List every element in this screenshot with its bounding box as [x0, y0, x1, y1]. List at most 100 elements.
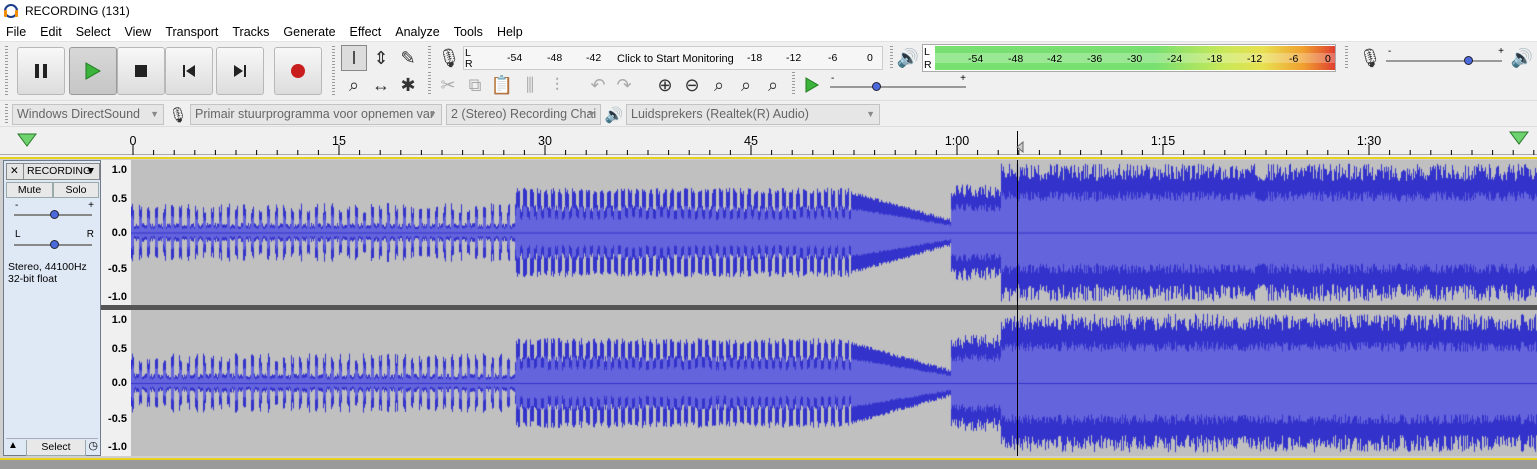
waveform-canvas — [131, 310, 1537, 456]
trim-audio-icon: ⫼ — [525, 74, 535, 95]
pan-slider[interactable]: L R — [12, 229, 94, 249]
menu-view[interactable]: View — [117, 22, 158, 42]
select-track-button[interactable]: Select — [26, 440, 86, 456]
mute-button[interactable]: Mute — [6, 182, 53, 198]
meter-tick: -42 — [1047, 53, 1063, 65]
toolbar-grip[interactable] — [890, 46, 893, 68]
menu-file[interactable]: File — [0, 22, 33, 42]
playback-device-select[interactable]: Luidsprekers (Realtek(R) Audio) ▼ — [626, 104, 880, 125]
skip-to-start-button[interactable] — [165, 47, 213, 95]
track-name-menu[interactable]: ✕ RECORDING ▼ — [6, 163, 100, 180]
envelope-tool-button[interactable]: ⇕ — [368, 45, 394, 71]
time-shift-tool-button[interactable]: ↔ — [368, 72, 394, 98]
meter-tick: -36 — [1087, 53, 1103, 65]
menu-bar: File Edit Select View Transport Tracks G… — [0, 22, 1537, 42]
zoom-out-button[interactable]: ⊖ — [679, 72, 705, 98]
redo-icon: ↷ — [616, 74, 632, 95]
solo-button[interactable]: Solo — [53, 182, 99, 198]
redo-button[interactable]: ↷ — [611, 72, 637, 98]
playback-device-value: Luidsprekers (Realtek(R) Audio) — [631, 107, 809, 121]
recording-channels-select[interactable]: 2 (Stereo) Recording Chai ▼ — [446, 104, 601, 125]
start-monitoring-label[interactable]: Click to Start Monitoring — [617, 53, 734, 65]
menu-analyze[interactable]: Analyze — [388, 22, 446, 42]
toolbar-grip[interactable] — [332, 46, 335, 96]
playback-speed-slider[interactable]: - + — [828, 73, 970, 95]
slider-thumb[interactable] — [1464, 56, 1473, 65]
toolbar-grip[interactable] — [5, 46, 8, 96]
scale-label: 0.5 — [111, 193, 127, 205]
skip-start-icon — [183, 65, 195, 77]
toolbar-grip[interactable] — [428, 72, 431, 94]
zoom-tool-button[interactable]: ⌕ — [341, 72, 367, 98]
multi-tool-button[interactable]: ✱ — [395, 72, 421, 98]
fit-project-button[interactable]: ⌕ — [733, 72, 759, 98]
toolbar-grip[interactable] — [792, 72, 795, 94]
fit-selection-button[interactable]: ⌕ — [706, 72, 732, 98]
bottom-panel — [0, 460, 1537, 469]
record-volume-slider[interactable]: - + — [1386, 46, 1506, 68]
timeline-ruler[interactable]: 0 15 30 45 1:00 1:15 1:30 — [0, 127, 1537, 155]
paste-button[interactable]: 📋 — [489, 72, 515, 98]
meter-channel-r: R — [465, 58, 473, 70]
collapse-icon[interactable]: ▲ — [8, 440, 18, 451]
waveform-channel-right[interactable] — [131, 310, 1537, 456]
track-info: Stereo, 44100Hz 32-bit float — [8, 261, 87, 285]
trim-button[interactable]: ⫼ — [517, 72, 543, 98]
pan-left-label: L — [15, 229, 21, 240]
meter-tick: 0 — [1325, 53, 1331, 65]
menu-transport[interactable]: Transport — [158, 22, 225, 42]
gain-slider[interactable]: - + — [12, 200, 94, 221]
play-at-speed-button[interactable] — [799, 72, 825, 98]
skip-end-icon — [234, 65, 246, 77]
slider-thumb[interactable] — [872, 82, 881, 91]
audacity-logo-icon — [3, 3, 19, 19]
chevron-down-icon: ▼ — [150, 109, 159, 119]
toolbar-grip[interactable] — [428, 46, 431, 68]
record-meter-button[interactable]: 🎙 — [436, 45, 462, 71]
toolbar-area: I ⇕ ✎ ⌕ ↔ ✱ 🎙 L R -54 -48 -42 Click to S… — [0, 42, 1537, 99]
menu-edit[interactable]: Edit — [33, 22, 69, 42]
menu-select[interactable]: Select — [69, 22, 118, 42]
audio-host-select[interactable]: Windows DirectSound ▼ — [12, 104, 164, 125]
envelope-icon: ⇕ — [373, 47, 389, 68]
play-meter-button[interactable]: 🔊 — [895, 45, 921, 71]
record-meter[interactable]: L R -54 -48 -42 Click to Start Monitorin… — [463, 46, 883, 70]
menu-effect[interactable]: Effect — [343, 22, 389, 42]
record-button[interactable] — [274, 47, 322, 95]
menu-generate[interactable]: Generate — [276, 22, 342, 42]
amplitude-ruler-right: 1.0 0.5 0.0 -0.5 -1.0 — [101, 310, 131, 456]
track-name: RECORDING — [23, 164, 91, 179]
selection-tool-button[interactable]: I — [341, 45, 367, 71]
track-control-panel[interactable]: ✕ RECORDING ▼ Mute Solo - + L R Stereo, … — [3, 160, 101, 456]
menu-help[interactable]: Help — [490, 22, 530, 42]
pin-tail-icon[interactable] — [1509, 130, 1529, 146]
playback-meter[interactable]: L R -54 -48 -42 -36 -30 -24 -18 -12 -6 0 — [922, 44, 1336, 72]
waveform-channel-left[interactable] — [131, 160, 1537, 305]
play-button[interactable] — [69, 47, 117, 95]
menu-tools[interactable]: Tools — [447, 22, 490, 42]
skip-to-end-button[interactable] — [216, 47, 264, 95]
copy-button[interactable]: ⧉ — [462, 72, 488, 98]
track-sample-format: 32-bit float — [8, 273, 58, 285]
undo-button[interactable]: ↶ — [585, 72, 611, 98]
cut-button[interactable]: ✂ — [435, 72, 461, 98]
meter-channel-r: R — [924, 59, 932, 71]
position-arrow-icon — [1016, 141, 1024, 153]
recording-device-select[interactable]: Primair stuurprogramma voor opnemen var ▼ — [190, 104, 442, 125]
zoom-in-button[interactable]: ⊕ — [652, 72, 678, 98]
playback-cursor — [1017, 160, 1018, 456]
menu-tracks[interactable]: Tracks — [225, 22, 276, 42]
stop-button[interactable] — [117, 47, 165, 95]
undo-icon: ↶ — [590, 74, 606, 95]
close-icon[interactable]: ✕ — [10, 164, 19, 179]
sync-lock-icon: ◷ — [88, 440, 98, 452]
draw-tool-button[interactable]: ✎ — [395, 45, 421, 71]
zoom-toggle-button[interactable]: ⌕ — [760, 72, 786, 98]
toolbar-grip[interactable] — [1345, 46, 1348, 68]
toolbar-grip[interactable] — [5, 104, 8, 124]
slider-thumb[interactable] — [50, 240, 59, 249]
zoom-toggle-icon: ⌕ — [767, 74, 779, 95]
slider-thumb[interactable] — [50, 210, 59, 219]
pause-button[interactable] — [17, 47, 65, 95]
silence-button[interactable]: ⫶ — [544, 72, 570, 98]
